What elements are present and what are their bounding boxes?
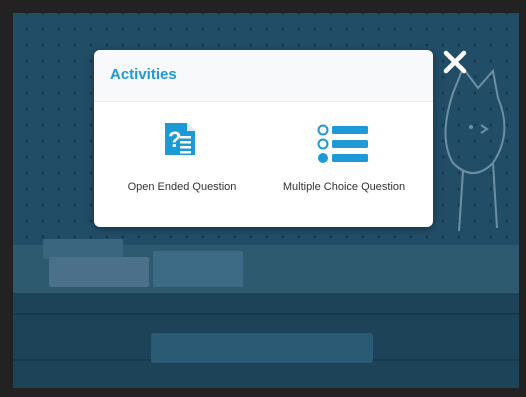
open-ended-question-icon: ? [165,123,195,155]
multiple-choice-question-option[interactable]: Multiple Choice Question [264,121,424,201]
multiple-choice-question-label: Multiple Choice Question [282,181,406,193]
activities-modal: Activities ? Open Ended Question Multipl… [94,50,433,227]
multiple-choice-list-icon [317,124,368,163]
modal-title: Activities [110,66,177,83]
close-button[interactable] [438,45,472,79]
open-ended-question-option[interactable]: ? Open Ended Question [102,121,262,201]
modal-header: Activities [94,50,433,102]
desk-edge [13,313,519,315]
open-ended-question-label: Open Ended Question [127,181,237,193]
book-stack-front [49,257,149,287]
close-icon [443,50,467,74]
screenshot-frame: Activities ? Open Ended Question Multipl… [0,0,526,397]
svg-text:?: ? [168,127,181,152]
book-stack-back [43,239,123,259]
book-side [153,251,243,287]
background-button [151,333,373,363]
cat-illustration [444,65,506,232]
